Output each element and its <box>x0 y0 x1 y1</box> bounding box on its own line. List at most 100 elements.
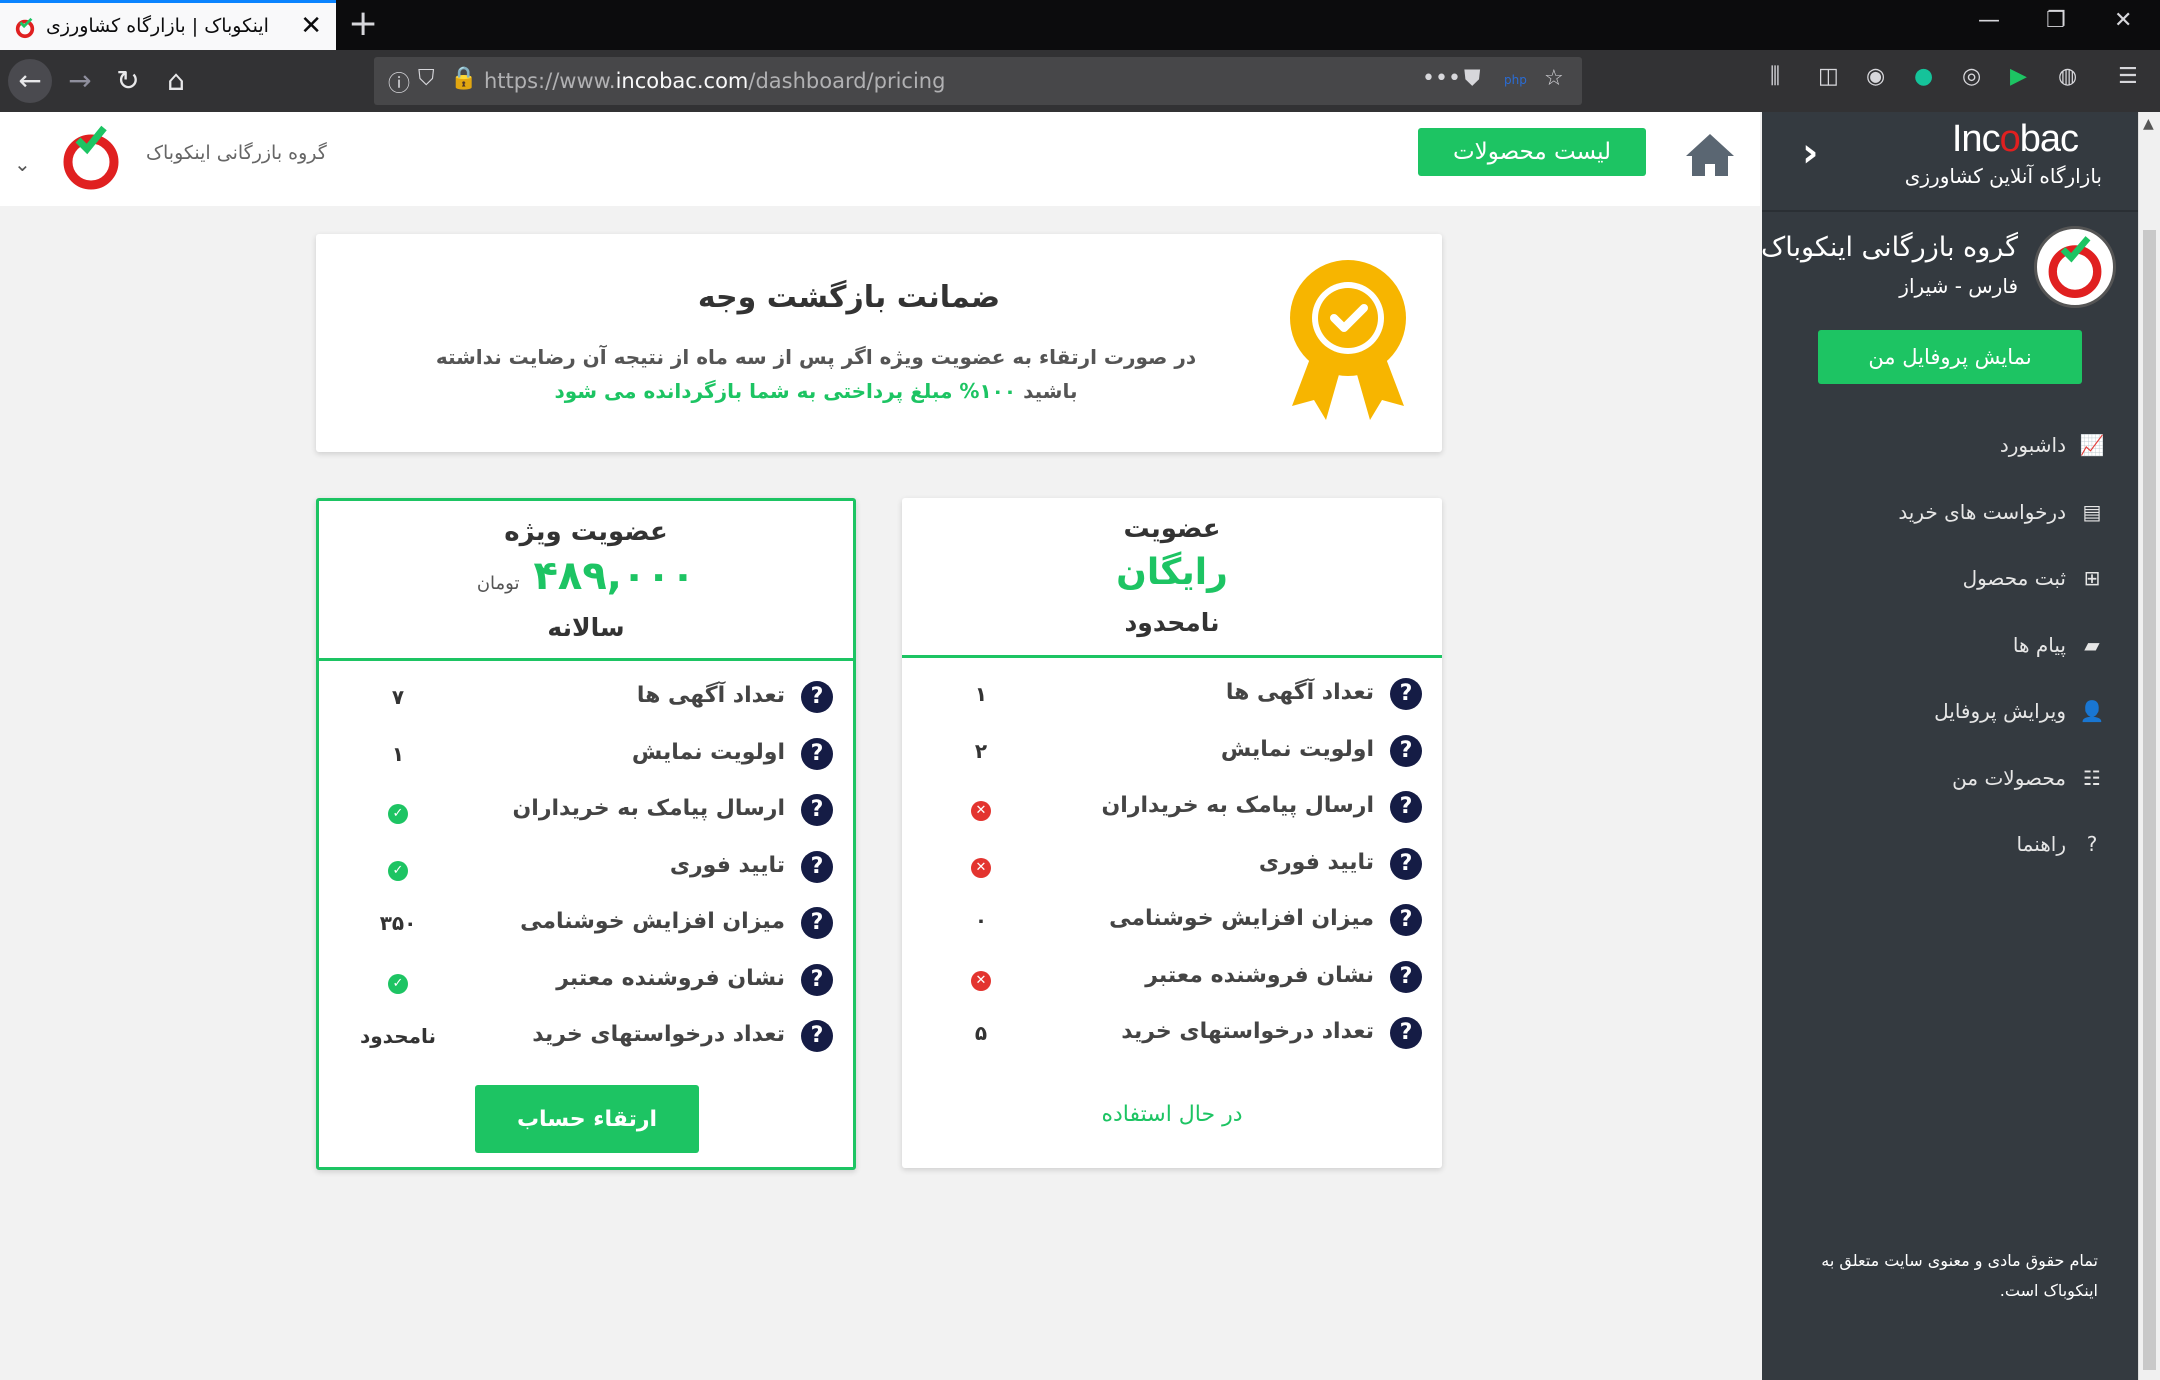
sidebar-item-5[interactable]: ☷ محصولات من <box>1786 745 2106 812</box>
question-icon[interactable]: ? <box>1390 1017 1422 1049</box>
sidebar-item-2[interactable]: ⊞ ثبت محصول <box>1786 545 2106 612</box>
page-scrollbar[interactable]: ▲ <box>2138 112 2160 1380</box>
window-close-icon[interactable]: ✕ <box>2114 8 2132 33</box>
free-plan-title: عضویت <box>1123 514 1221 544</box>
products-list-button[interactable]: لیست محصولات <box>1418 128 1646 176</box>
browser-tab[interactable]: اینکوباک | بازارگاه کشاورزی ✕ <box>0 0 336 50</box>
library-icon[interactable]: ⫼ <box>1770 64 1780 89</box>
page: لیست محصولات ⌄ گروه بازرگانی اینکوباک ضم… <box>0 112 2160 1380</box>
feature-row: ? ارسال پیامک به خریداران ✓ <box>319 784 853 841</box>
question-icon[interactable]: ? <box>801 963 833 996</box>
question-icon[interactable]: ? <box>1390 678 1422 710</box>
feature-value: نامحدود <box>359 1024 437 1048</box>
price-currency: تومان <box>476 573 520 594</box>
user-avatar[interactable] <box>56 122 126 192</box>
chevron-down-icon[interactable]: ⌄ <box>14 152 31 176</box>
new-tab-icon[interactable]: + <box>348 4 378 44</box>
feature-label: تعداد آگهی ها <box>636 683 785 708</box>
back-icon[interactable]: ← <box>8 59 52 103</box>
extension-icon[interactable]: ◉ <box>1866 64 1885 89</box>
sidebar-item-label: ثبت محصول <box>1962 566 2066 591</box>
sidebar-item-label: راهنما <box>2016 832 2066 857</box>
pocket-icon[interactable]: ⛊ <box>1464 66 1481 91</box>
feature-value: ۱ <box>391 741 405 766</box>
grammarly-icon[interactable]: ● <box>1914 64 1933 89</box>
profile-location: فارس - شیراز <box>1899 274 2018 298</box>
page-actions-icon[interactable]: ••• <box>1422 66 1461 91</box>
scroll-up-icon[interactable]: ▲ <box>2143 116 2154 132</box>
question-icon[interactable]: ? <box>1390 791 1422 823</box>
scroll-thumb[interactable] <box>2143 230 2156 1370</box>
tracking-shield-icon[interactable]: ⛉ <box>418 66 435 91</box>
premium-plan-header: عضویت ویژه ۴۸۹,۰۰۰ تومان سالانه <box>319 501 853 661</box>
feature-row: ? تایید فوری ✓ <box>319 841 853 898</box>
question-icon[interactable]: ? <box>801 794 833 826</box>
sidebar-item-0[interactable]: 📈 داشبورد <box>1786 412 2106 479</box>
feature-value: ۲ <box>974 738 988 763</box>
question-icon[interactable]: ? <box>801 1020 833 1052</box>
incobac-logo[interactable]: Incobac <box>1952 118 2079 161</box>
sidebar-item-3[interactable]: ▰ پیام ها <box>1786 612 2106 679</box>
url-text[interactable]: https://www.incobac.com/dashboard/pricin… <box>484 69 945 93</box>
feature-label: تایید فوری <box>1258 849 1374 875</box>
sidebar-toggle-icon[interactable]: ◫ <box>1818 64 1839 89</box>
feature-label: میزان افزایش خوشنامی <box>520 909 785 934</box>
question-icon[interactable]: ? <box>801 737 833 770</box>
feature-label: ارسال پیامک به خریداران <box>1101 793 1374 818</box>
feature-label: نشان فروشنده معتبر <box>556 965 785 991</box>
top-header: لیست محصولات ⌄ گروه بازرگانی اینکوباک <box>0 112 1760 206</box>
feature-label: نشان فروشنده معتبر <box>1145 962 1374 988</box>
upgrade-account-button[interactable]: ارتقاء حساب <box>475 1085 699 1153</box>
extension-2-icon[interactable]: ◎ <box>1962 64 1981 89</box>
sidebar-item-label: ویرایش پروفایل <box>1934 699 2066 724</box>
cross-icon: ✕ <box>926 852 1036 878</box>
restore-icon[interactable]: ❐ <box>2046 8 2066 33</box>
sidebar-item-1[interactable]: ▤ درخواست های خرید <box>1786 479 2106 546</box>
info-icon[interactable]: ⓘ <box>388 66 410 98</box>
question-icon[interactable]: ? <box>801 850 833 883</box>
question-icon[interactable]: ? <box>1390 847 1422 880</box>
chevron-right-icon[interactable]: › <box>1802 130 1818 176</box>
question-icon: ? <box>2086 832 2098 857</box>
profile-avatar[interactable] <box>2034 226 2116 308</box>
free-plan-period: نامحدود <box>1124 608 1220 637</box>
home-icon[interactable] <box>1680 126 1740 186</box>
feature-row: ? نشان فروشنده معتبر ✓ <box>319 954 853 1011</box>
feature-row: ? تعداد درخواستهای خرید نامحدود <box>319 1010 853 1067</box>
feature-row: ? تعداد درخواستهای خرید ۵ <box>902 1007 1442 1064</box>
user-icon: 👤 <box>2079 699 2105 724</box>
tab-title: اینکوباک | بازارگاه کشاورزی <box>46 15 269 37</box>
feature-value: ۱ <box>974 682 988 706</box>
feature-row: ? تعداد آگهی ها ۱ <box>902 668 1442 725</box>
money-back-guarantee-card: ضمانت بازگشت وجه در صورت ارتقاء به عضویت… <box>316 234 1442 452</box>
send-icon[interactable]: ▶ <box>2010 64 2027 89</box>
tab-close-icon[interactable]: ✕ <box>300 12 322 40</box>
minimize-icon[interactable]: — <box>1978 8 2000 33</box>
header-user-name[interactable]: گروه بازرگانی اینکوباک <box>146 142 327 164</box>
brand-tagline: بازارگاه آنلاین کشاورزی <box>1904 164 2102 188</box>
list-icon: ☷ <box>2083 765 2101 790</box>
question-icon[interactable]: ? <box>1390 960 1422 993</box>
question-icon[interactable]: ? <box>1390 734 1422 767</box>
guarantee-text: در صورت ارتقاء به عضویت ویژه اگر پس از س… <box>406 340 1226 408</box>
question-icon[interactable]: ? <box>801 907 833 939</box>
sidebar-item-label: پیام ها <box>2012 632 2066 657</box>
question-icon[interactable]: ? <box>1390 904 1422 936</box>
show-profile-button[interactable]: نمایش پروفایل من <box>1818 330 2082 384</box>
lock-icon[interactable]: 🔒 <box>450 66 477 91</box>
url-bar[interactable]: ⓘ ⛉ 🔒 https://www.incobac.com/dashboard/… <box>374 57 1582 105</box>
php-extension-icon[interactable]: php <box>1504 73 1527 87</box>
globe-icon[interactable]: ◍ <box>2058 64 2077 89</box>
reload-icon[interactable]: ↻ <box>106 59 150 103</box>
sidebar-item-6[interactable]: ? راهنما <box>1786 811 2106 878</box>
forward-icon[interactable]: → <box>58 59 102 103</box>
sidebar-item-label: داشبورد <box>1999 433 2066 458</box>
sidebar-item-4[interactable]: 👤 ویرایش پروفایل <box>1786 678 2106 745</box>
home-browser-icon[interactable]: ⌂ <box>154 59 198 103</box>
feature-value: ۵ <box>974 1021 988 1045</box>
feature-label: تعداد آگهی ها <box>1225 680 1374 705</box>
bookmark-star-icon[interactable]: ☆ <box>1544 66 1564 91</box>
feature-row: ? اولویت نمایش ۱ <box>319 728 853 785</box>
menu-hamburger-icon[interactable]: ☰ <box>2118 64 2138 89</box>
question-icon[interactable]: ? <box>801 681 833 713</box>
